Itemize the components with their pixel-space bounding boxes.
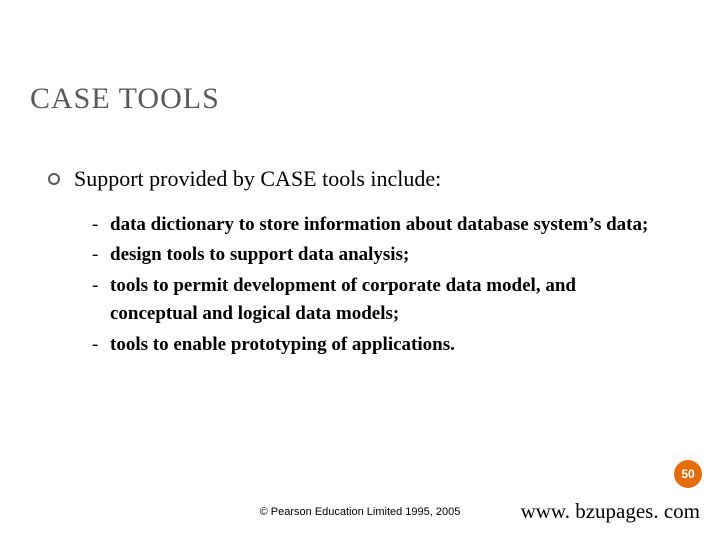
lead-text: Support provided by CASE tools include: (74, 165, 441, 193)
ring-bullet-icon (48, 173, 60, 185)
lead-bullet-row: Support provided by CASE tools include: (48, 165, 672, 193)
dash-icon: - (92, 211, 110, 240)
list-item: - data dictionary to store information a… (92, 211, 662, 240)
slide-title: CASE TOOLS (30, 82, 220, 116)
slide-body: Support provided by CASE tools include: … (48, 165, 672, 361)
list-item: - tools to enable prototyping of applica… (92, 331, 662, 360)
list-item-text: design tools to support data analysis; (110, 241, 662, 270)
list-item: - design tools to support data analysis; (92, 241, 662, 270)
sub-list: - data dictionary to store information a… (92, 211, 662, 360)
list-item-text: tools to enable prototyping of applicati… (110, 331, 662, 360)
footer: © Pearson Education Limited 1995, 2005 w… (0, 500, 720, 524)
page-number-badge: 50 (674, 460, 702, 488)
dash-icon: - (92, 331, 110, 360)
list-item-text: tools to permit development of corporate… (110, 272, 662, 329)
dash-icon: - (92, 272, 110, 301)
list-item-text: data dictionary to store information abo… (110, 211, 662, 240)
slide: CASE TOOLS Support provided by CASE tool… (0, 0, 720, 540)
list-item: - tools to permit development of corpora… (92, 272, 662, 329)
footer-url: www. bzupages. com (521, 499, 700, 524)
dash-icon: - (92, 241, 110, 270)
